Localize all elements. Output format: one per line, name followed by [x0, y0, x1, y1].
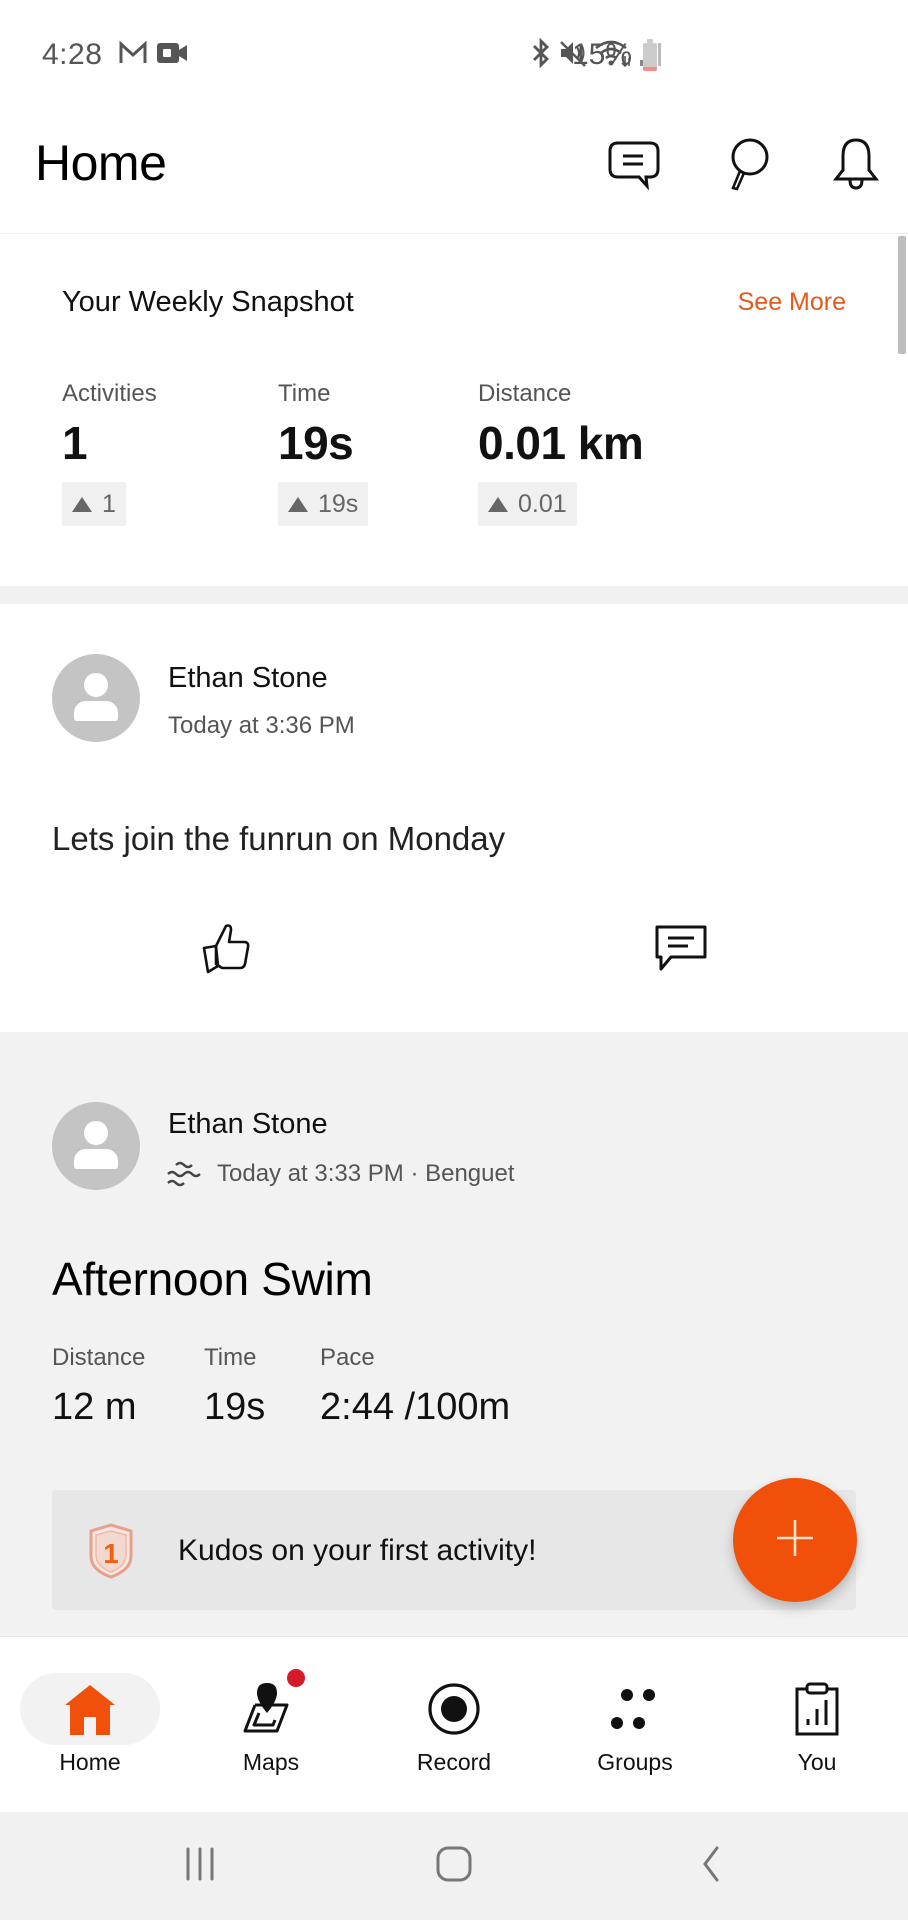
stat-label: Activities	[62, 380, 157, 407]
snapshot-stat-time: Time 19s 19s	[278, 380, 369, 526]
maps-notification-badge	[287, 1669, 305, 1687]
nav-label: Record	[416, 1749, 492, 1775]
status-time: 4:28	[42, 38, 103, 71]
stat-delta-chip: 1	[62, 482, 126, 526]
avatar[interactable]	[52, 654, 140, 742]
stat-label: Time	[204, 1344, 257, 1371]
stat-delta: 1	[102, 489, 116, 518]
see-more-link[interactable]: See More	[738, 288, 846, 317]
stat-delta: 0.01	[518, 489, 567, 518]
gmail-icon	[118, 40, 148, 71]
post-timestamp: Today at 3:36 PM	[168, 712, 355, 739]
comment-icon	[653, 923, 709, 978]
stat-label: Distance	[478, 380, 572, 407]
avatar-placeholder-icon	[84, 673, 108, 697]
nav-item-maps[interactable]: Maps	[191, 1637, 351, 1813]
stat-value: 2:44 /100m	[320, 1386, 511, 1428]
activity-stat-time: Time 19s	[204, 1344, 265, 1429]
snapshot-title: Your Weekly Snapshot	[62, 286, 354, 318]
battery-icon	[643, 39, 657, 71]
scrollbar[interactable]	[898, 236, 906, 354]
groups-icon	[603, 1677, 667, 1741]
status-left-icons	[118, 40, 188, 71]
activity-stat-distance: Distance 12 m	[52, 1344, 145, 1429]
battery-level	[643, 66, 657, 71]
nav-label: Maps	[242, 1749, 300, 1775]
author-name[interactable]: Ethan Stone	[168, 662, 328, 695]
app-header: Home	[0, 112, 908, 234]
stat-value: 0.01 km	[478, 417, 644, 469]
activity-stat-pace: Pace 2:44 /100m	[320, 1344, 510, 1429]
swim-icon	[166, 1158, 204, 1193]
search-button[interactable]	[718, 136, 778, 196]
recents-button[interactable]	[160, 1836, 240, 1896]
activity-title[interactable]: Afternoon Swim	[52, 1252, 373, 1306]
up-triangle-icon	[488, 496, 508, 512]
post-text: Lets join the funrun on Monday	[52, 820, 506, 857]
snapshot-stat-distance: Distance 0.01 km 0.01	[478, 380, 644, 526]
status-bar: 4:28 15%	[0, 0, 908, 112]
avatar[interactable]	[52, 1102, 140, 1190]
messages-button[interactable]	[604, 136, 664, 196]
first-activity-badge-icon: 1	[86, 1522, 136, 1580]
you-icon	[785, 1677, 849, 1741]
svg-text:1: 1	[103, 1538, 119, 1569]
screen-record-icon	[156, 40, 188, 71]
stat-value: 19s	[278, 417, 354, 469]
like-button[interactable]	[197, 920, 257, 980]
nav-item-home[interactable]: Home	[10, 1637, 170, 1813]
section-divider	[0, 586, 908, 604]
stat-value: 19s	[204, 1386, 266, 1428]
activity-meta: Today at 3:33 PM · Benguet	[217, 1160, 515, 1187]
bluetooth-icon	[530, 37, 552, 73]
messages-icon	[606, 137, 662, 196]
avatar-placeholder-icon	[84, 1121, 108, 1145]
add-fab-button[interactable]	[733, 1478, 857, 1602]
back-button[interactable]	[670, 1836, 750, 1896]
notifications-icon	[831, 136, 881, 197]
home-icon	[58, 1677, 122, 1741]
nav-item-groups[interactable]: Groups	[555, 1637, 715, 1813]
back-icon	[695, 1844, 725, 1889]
system-navigation-bar	[0, 1812, 908, 1920]
stat-label: Distance	[52, 1344, 146, 1371]
search-icon	[723, 135, 773, 198]
kudos-text: Kudos on your first activity!	[178, 1534, 537, 1567]
page-title: Home	[35, 135, 167, 191]
post-card[interactable]: Ethan Stone Today at 3:36 PM Lets join t…	[0, 604, 908, 1032]
battery-percent: 15%	[572, 38, 633, 71]
comment-button[interactable]	[651, 920, 711, 980]
stat-delta: 19s	[318, 489, 359, 518]
home-circle-icon	[434, 1844, 474, 1889]
like-icon	[200, 920, 254, 981]
stat-delta-chip: 19s	[278, 482, 369, 526]
nav-item-record[interactable]: Record	[374, 1637, 534, 1813]
nav-label: Home	[59, 1749, 121, 1775]
stat-value: 1	[62, 417, 88, 469]
stat-value: 12 m	[52, 1386, 137, 1428]
notifications-button[interactable]	[826, 136, 886, 196]
weekly-snapshot-card: Your Weekly Snapshot See More Activities…	[0, 234, 908, 586]
recents-icon	[182, 1846, 218, 1887]
stat-label: Time	[278, 380, 331, 407]
snapshot-stat-activities: Activities 1 1	[62, 380, 157, 526]
nav-label: You	[797, 1749, 837, 1775]
plus-icon	[773, 1516, 817, 1565]
stat-delta-chip: 0.01	[478, 482, 577, 526]
nav-item-you[interactable]: You	[737, 1637, 897, 1813]
up-triangle-icon	[72, 496, 92, 512]
nav-label: Groups	[597, 1749, 673, 1775]
stat-label: Pace	[320, 1344, 375, 1371]
bottom-nav: Home Maps Record Groups You	[0, 1636, 908, 1812]
record-icon	[422, 1677, 486, 1741]
author-name[interactable]: Ethan Stone	[168, 1108, 328, 1141]
up-triangle-icon	[288, 496, 308, 512]
home-button[interactable]	[414, 1836, 494, 1896]
